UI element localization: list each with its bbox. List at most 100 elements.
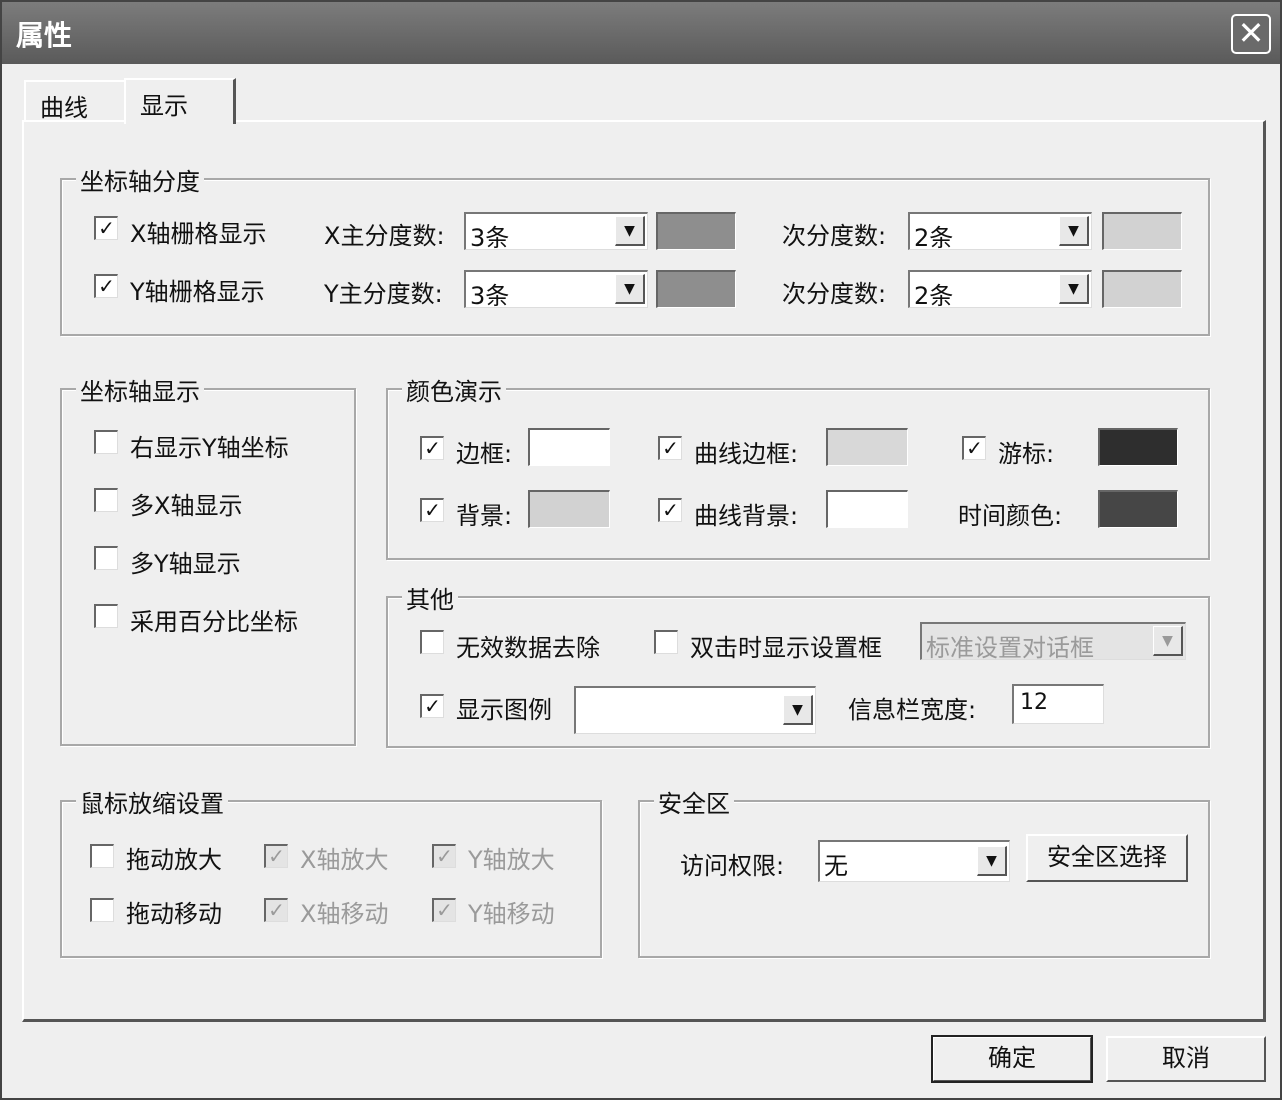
y-major-label: Y主分度数:: [324, 280, 443, 308]
background-label: 背景:: [456, 502, 513, 530]
y-zoom-checkbox[interactable]: ✓: [432, 844, 456, 868]
background-color-swatch[interactable]: [528, 490, 610, 528]
x-major-select[interactable]: 3条 ▼: [464, 212, 648, 252]
check-icon: ✓: [98, 274, 115, 298]
x-move-checkbox[interactable]: ✓: [264, 898, 288, 922]
chevron-down-icon[interactable]: ▼: [977, 846, 1007, 876]
ok-button[interactable]: 确定: [931, 1035, 1093, 1083]
tab-curve-label: 曲线: [40, 94, 88, 122]
curve-background-label: 曲线背景:: [694, 502, 799, 530]
color-demo-legend: 颜色演示: [402, 372, 506, 407]
y-minor-label: 次分度数:: [782, 280, 887, 308]
chevron-down-icon[interactable]: ▼: [615, 274, 645, 304]
dialog-title: 属性: [16, 19, 73, 52]
curve-background-color-swatch[interactable]: [826, 490, 908, 528]
chevron-down-icon[interactable]: ▼: [783, 695, 813, 725]
check-icon: ✓: [98, 216, 115, 240]
border-checkbox[interactable]: ✓: [420, 436, 444, 460]
background-checkbox[interactable]: ✓: [420, 498, 444, 522]
drag-move-label: 拖动移动: [126, 900, 222, 928]
right-y-axis-checkbox[interactable]: [94, 430, 118, 454]
check-icon: ✓: [268, 898, 285, 922]
check-icon: ✓: [424, 436, 441, 460]
color-demo-group: 颜色演示: [386, 372, 1210, 560]
show-legend-checkbox[interactable]: ✓: [420, 694, 444, 718]
multi-x-axis-label: 多X轴显示: [130, 492, 243, 520]
x-zoom-label: X轴放大: [300, 846, 389, 874]
multi-x-axis-checkbox[interactable]: [94, 488, 118, 512]
legend-position-select[interactable]: ▼: [574, 686, 816, 734]
close-icon[interactable]: ✕: [1231, 14, 1271, 54]
check-icon: ✓: [424, 694, 441, 718]
dialog-type-select[interactable]: 标准设置对话框 ▼: [920, 622, 1186, 662]
axis-division-group: 坐标轴分度: [60, 162, 1210, 336]
access-select[interactable]: 无 ▼: [818, 840, 1010, 882]
cursor-label: 游标:: [998, 440, 1055, 468]
multi-y-axis-label: 多Y轴显示: [130, 550, 241, 578]
check-icon: ✓: [436, 898, 453, 922]
y-major-select[interactable]: 3条 ▼: [464, 270, 648, 310]
border-color-swatch[interactable]: [528, 428, 610, 466]
access-label: 访问权限:: [680, 852, 785, 880]
axis-division-legend: 坐标轴分度: [76, 162, 204, 197]
cursor-checkbox[interactable]: ✓: [962, 436, 986, 460]
dialog-type-value: 标准设置对话框: [926, 634, 1094, 662]
remove-invalid-checkbox[interactable]: [420, 630, 444, 654]
x-grid-checkbox[interactable]: ✓: [94, 216, 118, 240]
drag-zoom-checkbox[interactable]: [90, 844, 114, 868]
y-minor-select[interactable]: 2条 ▼: [908, 270, 1092, 310]
other-legend: 其他: [402, 580, 458, 615]
drag-zoom-label: 拖动放大: [126, 846, 222, 874]
y-minor-color-swatch[interactable]: [1102, 270, 1182, 308]
axis-display-legend: 坐标轴显示: [76, 372, 204, 407]
curve-border-checkbox[interactable]: ✓: [658, 436, 682, 460]
x-zoom-checkbox[interactable]: ✓: [264, 844, 288, 868]
properties-dialog: 属性 ✕ 曲线 显示 坐标轴分度 ✓ X轴栅格显示 ✓ Y轴栅格显示 X主分度数…: [0, 0, 1282, 1100]
x-major-value: 3条: [470, 224, 510, 252]
access-value: 无: [824, 852, 848, 880]
y-major-color-swatch[interactable]: [656, 270, 736, 308]
y-grid-label: Y轴栅格显示: [130, 278, 265, 306]
chevron-down-icon[interactable]: ▼: [1059, 274, 1089, 304]
time-color-swatch[interactable]: [1098, 490, 1178, 528]
y-major-value: 3条: [470, 282, 510, 310]
y-grid-checkbox[interactable]: ✓: [94, 274, 118, 298]
title-bar: 属性 ✕: [2, 2, 1280, 64]
x-major-color-swatch[interactable]: [656, 212, 736, 250]
show-legend-label: 显示图例: [456, 696, 552, 724]
remove-invalid-label: 无效数据去除: [456, 634, 600, 662]
chevron-down-icon[interactable]: ▼: [615, 216, 645, 246]
x-grid-label: X轴栅格显示: [130, 220, 267, 248]
cancel-button[interactable]: 取消: [1106, 1036, 1266, 1082]
cursor-color-swatch[interactable]: [1098, 428, 1178, 466]
x-minor-select[interactable]: 2条 ▼: [908, 212, 1092, 252]
tab-curve[interactable]: 曲线: [24, 80, 128, 122]
mouse-zoom-legend: 鼠标放缩设置: [76, 784, 228, 819]
info-width-input[interactable]: 12: [1012, 684, 1104, 724]
drag-move-checkbox[interactable]: [90, 898, 114, 922]
check-icon: ✓: [424, 498, 441, 522]
tab-display[interactable]: 显示: [124, 78, 236, 124]
chevron-down-icon[interactable]: ▼: [1153, 626, 1183, 656]
curve-border-label: 曲线边框:: [694, 440, 799, 468]
safety-zone-legend: 安全区: [654, 784, 734, 819]
check-icon: ✓: [966, 436, 983, 460]
chevron-down-icon[interactable]: ▼: [1059, 216, 1089, 246]
y-move-checkbox[interactable]: ✓: [432, 898, 456, 922]
y-zoom-label: Y轴放大: [468, 846, 555, 874]
curve-border-color-swatch[interactable]: [826, 428, 908, 466]
curve-background-checkbox[interactable]: ✓: [658, 498, 682, 522]
check-icon: ✓: [436, 844, 453, 868]
percent-axis-label: 采用百分比坐标: [130, 608, 298, 636]
safety-zone-select-button[interactable]: 安全区选择: [1026, 834, 1188, 882]
x-minor-color-swatch[interactable]: [1102, 212, 1182, 250]
multi-y-axis-checkbox[interactable]: [94, 546, 118, 570]
percent-axis-checkbox[interactable]: [94, 604, 118, 628]
info-width-label: 信息栏宽度:: [848, 696, 977, 724]
x-move-label: X轴移动: [300, 900, 389, 928]
mouse-zoom-group: 鼠标放缩设置: [60, 784, 602, 958]
time-color-label: 时间颜色:: [958, 502, 1063, 530]
right-y-axis-label: 右显示Y轴坐标: [130, 434, 289, 462]
y-move-label: Y轴移动: [468, 900, 555, 928]
dblclick-settings-checkbox[interactable]: [654, 630, 678, 654]
